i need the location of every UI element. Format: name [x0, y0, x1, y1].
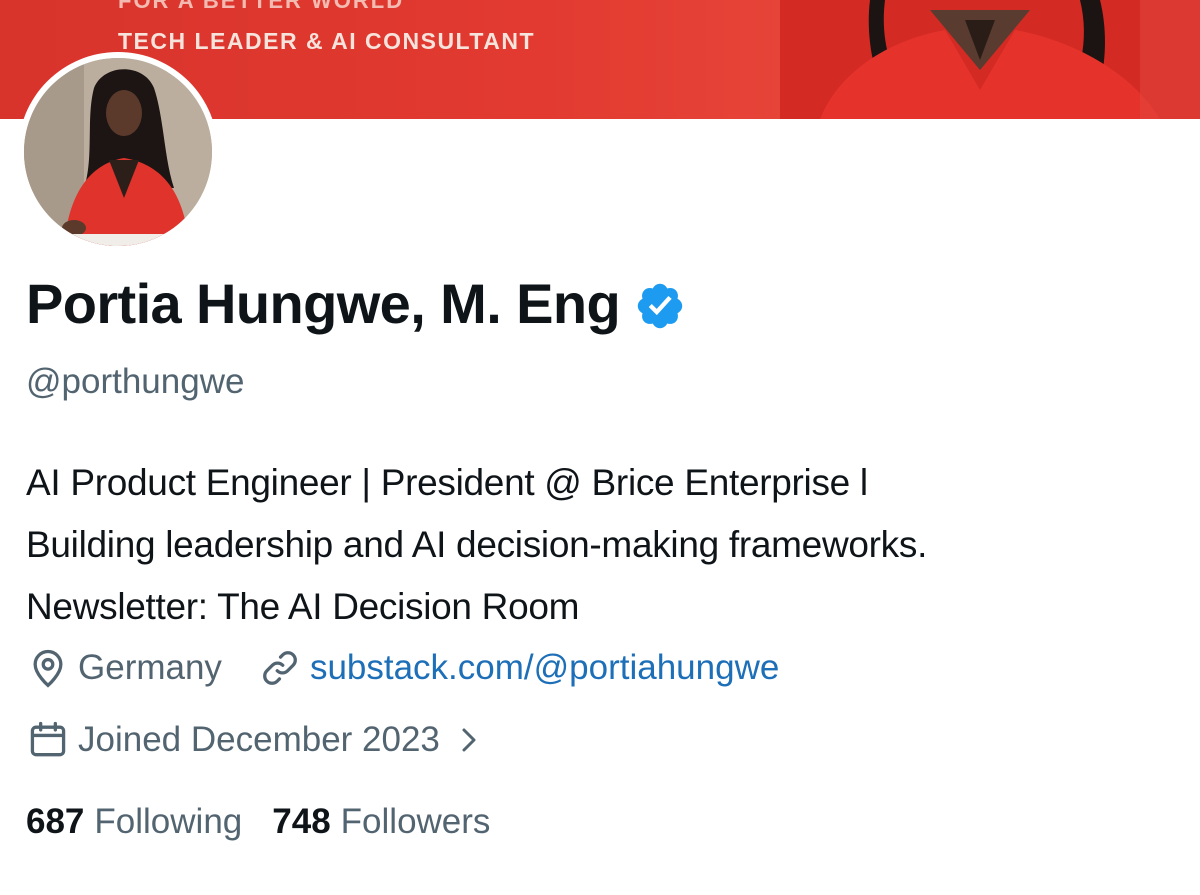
bio-line: AI Product Engineer | President @ Brice … — [26, 462, 868, 503]
location-item: Germany — [26, 646, 222, 690]
display-name: Portia Hungwe, M. Eng — [26, 272, 621, 335]
avatar[interactable] — [18, 52, 218, 252]
location-text: Germany — [78, 648, 222, 687]
bio-line: Newsletter: The AI Decision Room — [26, 586, 580, 627]
calendar-icon — [30, 721, 66, 757]
followers-stat[interactable]: 748 Followers — [272, 802, 490, 842]
link-icon — [263, 651, 297, 685]
joined-text: Joined December 2023 — [78, 720, 440, 759]
banner-portrait-image — [780, 0, 1200, 119]
profile-stats: 687 Following 748 Followers — [26, 802, 490, 842]
following-label: Following — [94, 802, 243, 841]
banner-tagline: TECH LEADER & AI CONSULTANT — [118, 28, 536, 54]
profile-handle: @porthungwe — [26, 362, 245, 401]
joined-row[interactable]: Joined December 2023 — [26, 718, 484, 762]
profile-name-row: Portia Hungwe, M. Eng — [26, 276, 686, 332]
profile-meta-row: Germany substack.com/@portiahungwe — [26, 646, 779, 690]
following-count: 687 — [26, 802, 85, 841]
followers-label: Followers — [340, 802, 491, 841]
following-stat[interactable]: 687 Following — [26, 802, 242, 842]
location-pin-icon — [33, 649, 63, 688]
website-link[interactable]: substack.com/@portiahungwe — [310, 648, 779, 688]
chevron-right-icon[interactable] — [454, 725, 484, 755]
bio-line: Building leadership and AI decision-maki… — [26, 524, 928, 565]
banner-top-text: FOR A BETTER WORLD — [118, 0, 405, 13]
profile-bio: AI Product Engineer | President @ Brice … — [26, 452, 1186, 638]
verified-badge-icon[interactable] — [634, 280, 686, 332]
avatar-image — [24, 58, 212, 246]
followers-count: 748 — [272, 802, 331, 841]
website-item[interactable]: substack.com/@portiahungwe — [258, 646, 779, 690]
